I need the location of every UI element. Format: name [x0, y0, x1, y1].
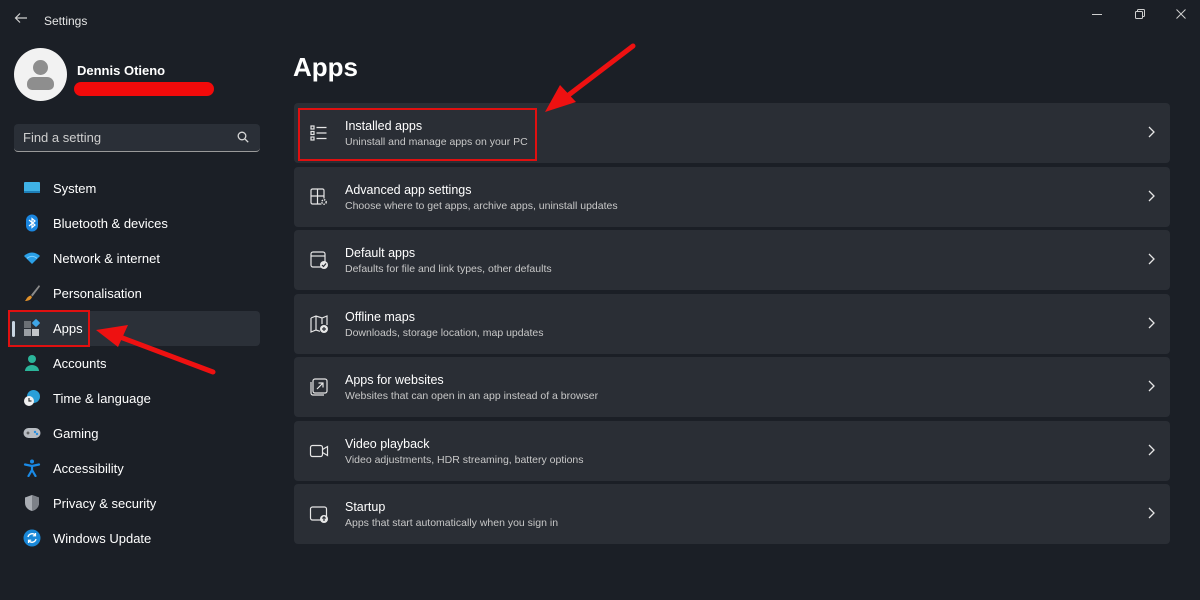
sidebar-item-label: System	[53, 181, 97, 196]
time-language-icon	[24, 390, 40, 406]
chevron-right-icon	[1148, 317, 1155, 328]
card-apps-for-websites[interactable]: Apps for websites Websites that can open…	[294, 357, 1170, 417]
video-icon	[309, 444, 329, 457]
card-subtitle: Defaults for file and link types, other …	[345, 263, 552, 275]
update-icon	[23, 529, 41, 547]
sidebar-item-gaming[interactable]: Gaming	[8, 416, 260, 451]
search-box[interactable]	[14, 124, 260, 152]
search-icon[interactable]	[236, 130, 250, 144]
sidebar-item-system[interactable]: System	[8, 171, 260, 206]
card-title: Installed apps	[345, 119, 423, 133]
open-external-icon	[310, 378, 328, 396]
sidebar-item-windows-update[interactable]: Windows Update	[8, 521, 260, 556]
sidebar-item-label: Bluetooth & devices	[53, 216, 168, 231]
chevron-right-icon	[1148, 380, 1155, 392]
sidebar-item-label: Privacy & security	[53, 496, 157, 511]
accounts-icon	[25, 355, 39, 371]
apps-icon	[24, 319, 40, 336]
system-icon	[24, 182, 40, 193]
startup-icon	[309, 506, 328, 523]
chevron-right-icon	[1148, 190, 1155, 201]
card-subtitle: Downloads, storage location, map updates	[345, 326, 544, 339]
card-subtitle: Websites that can open in an app instead…	[345, 390, 599, 402]
minimize-button[interactable]	[1074, 4, 1120, 28]
sidebar-item-accounts[interactable]: Accounts	[8, 346, 260, 381]
sidebar-item-accessibility[interactable]: Accessibility	[8, 451, 260, 486]
sidebar-item-label: Gaming	[53, 426, 99, 441]
card-subtitle: Apps that start automatically when you s…	[345, 517, 559, 529]
sidebar-item-personalisation[interactable]: Personalisation	[8, 276, 260, 311]
shield-icon	[25, 495, 39, 511]
card-subtitle: Uninstall and manage apps on your PC	[345, 136, 528, 148]
avatar-head-shape	[33, 60, 48, 75]
gaming-icon	[23, 428, 41, 438]
sidebar-item-label: Personalisation	[53, 286, 142, 301]
restore-button[interactable]	[1117, 4, 1163, 28]
sidebar-item-apps[interactable]: Apps	[8, 311, 260, 346]
sidebar-item-bluetooth[interactable]: Bluetooth & devices	[8, 206, 260, 241]
title-bar: Settings	[0, 0, 1200, 40]
sidebar-item-label: Apps	[53, 321, 83, 336]
card-default-apps[interactable]: Default apps Defaults for file and link …	[294, 230, 1170, 290]
avatar[interactable]	[14, 48, 67, 101]
chevron-right-icon	[1148, 444, 1155, 455]
card-title: Advanced app settings	[345, 182, 472, 197]
map-icon	[310, 314, 328, 333]
close-button[interactable]	[1158, 4, 1200, 28]
app-settings-icon	[310, 187, 328, 205]
card-installed-apps[interactable]: Installed apps Uninstall and manage apps…	[294, 103, 1170, 163]
card-title: Video playback	[345, 436, 430, 451]
sidebar-item-label: Windows Update	[53, 531, 152, 546]
sidebar-nav: System Bluetooth & devices Network & int…	[8, 171, 260, 556]
card-video-playback[interactable]: Video playback Video adjustments, HDR st…	[294, 420, 1170, 481]
sidebar-item-label: Accounts	[53, 356, 107, 371]
card-title: Default apps	[345, 246, 416, 260]
chevron-right-icon	[1148, 126, 1155, 138]
chevron-right-icon	[1148, 507, 1155, 519]
accessibility-icon	[23, 459, 41, 477]
brush-icon	[25, 285, 40, 301]
active-indicator	[12, 321, 15, 337]
window-title: Settings	[44, 14, 88, 28]
settings-card-list: Installed apps Uninstall and manage apps…	[294, 103, 1170, 548]
sidebar-item-time-language[interactable]: Time & language	[8, 381, 260, 416]
list-icon	[310, 125, 327, 141]
card-subtitle: Video adjustments, HDR streaming, batter…	[345, 453, 584, 466]
chevron-right-icon	[1148, 253, 1155, 265]
back-arrow-icon	[14, 13, 27, 23]
card-title: Apps for websites	[345, 373, 444, 387]
card-offline-maps[interactable]: Offline maps Downloads, storage location…	[294, 293, 1170, 354]
page-title: Apps	[293, 52, 358, 82]
sidebar-item-label: Time & language	[53, 391, 151, 406]
close-icon	[1176, 9, 1186, 19]
bluetooth-icon	[26, 214, 38, 232]
user-name: Dennis Otieno	[77, 63, 166, 78]
avatar-body-shape	[27, 77, 54, 90]
restore-icon	[1135, 9, 1145, 19]
wifi-icon	[24, 252, 40, 264]
back-button[interactable]	[10, 10, 32, 32]
sidebar-item-network[interactable]: Network & internet	[8, 241, 260, 276]
default-apps-icon	[310, 251, 328, 269]
card-subtitle: Choose where to get apps, archive apps, …	[345, 199, 618, 212]
card-startup[interactable]: Startup Apps that start automatically wh…	[294, 484, 1170, 544]
sidebar-item-privacy-security[interactable]: Privacy & security	[8, 486, 260, 521]
sidebar-item-label: Network & internet	[53, 251, 160, 266]
redaction-mark	[74, 82, 214, 96]
search-input[interactable]	[23, 124, 223, 151]
minimize-icon	[1092, 14, 1102, 15]
sidebar-item-label: Accessibility	[53, 461, 124, 476]
card-title: Offline maps	[345, 309, 415, 324]
card-title: Startup	[345, 500, 386, 514]
card-advanced-app-settings[interactable]: Advanced app settings Choose where to ge…	[294, 166, 1170, 227]
